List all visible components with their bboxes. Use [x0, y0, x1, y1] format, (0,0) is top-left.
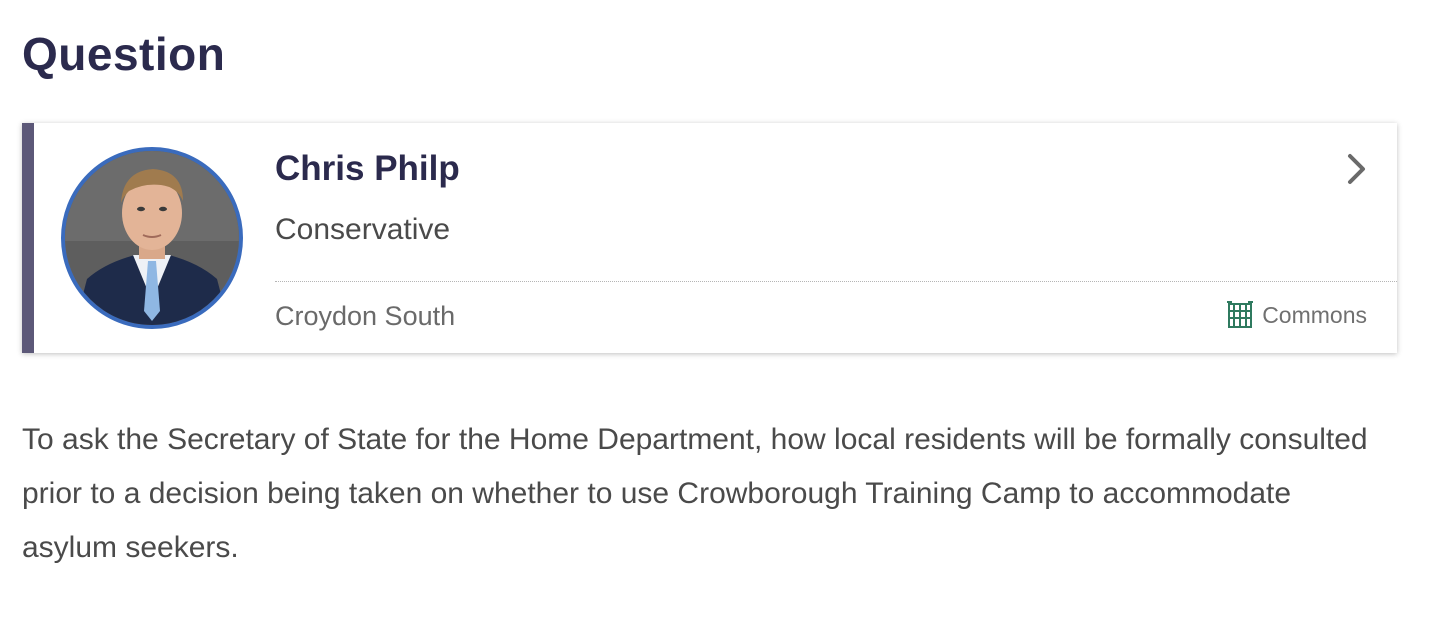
house-label: Commons — [1262, 302, 1367, 328]
member-avatar — [61, 147, 243, 329]
house-indicator: Commons — [1226, 299, 1367, 331]
card-divider — [275, 281, 1397, 282]
member-party: Conservative — [275, 213, 451, 246]
member-portrait — [65, 151, 239, 325]
member-constituency: Croydon South — [275, 301, 456, 331]
member-name[interactable]: Chris Philp — [275, 147, 460, 191]
chevron-right-icon[interactable] — [1345, 151, 1369, 187]
portcullis-icon — [1227, 301, 1254, 328]
member-card[interactable]: Chris Philp Conservative Croydon South C… — [22, 123, 1397, 353]
section-heading: Question — [22, 28, 226, 80]
question-text: To ask the Secretary of State for the Ho… — [22, 423, 1368, 564]
